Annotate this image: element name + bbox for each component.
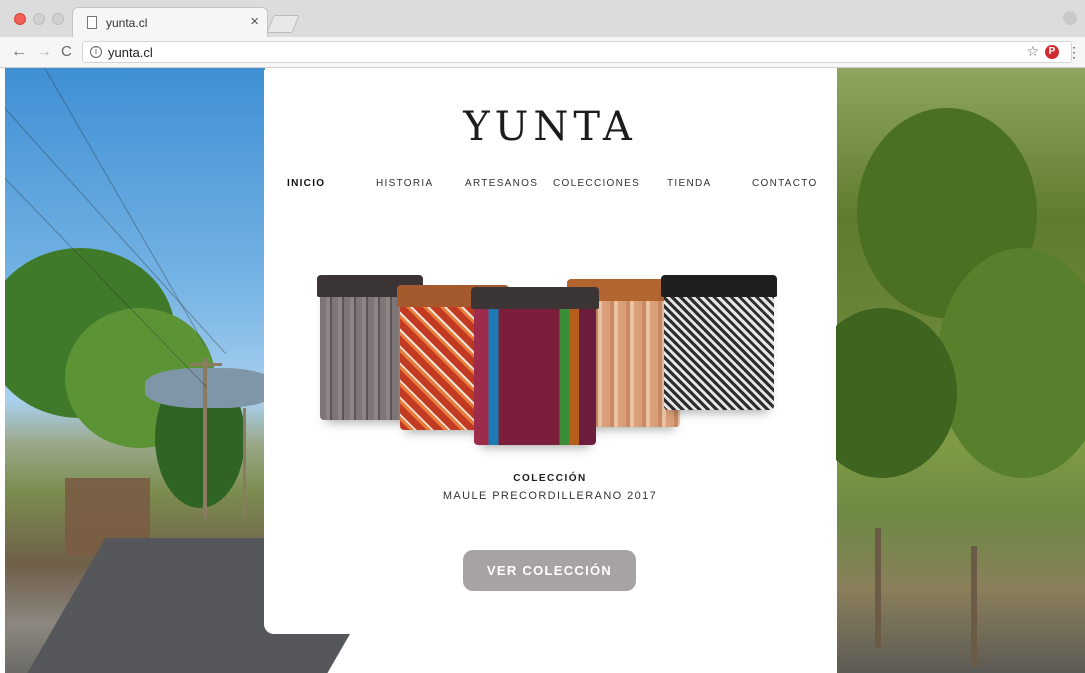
background-photo-right xyxy=(807,68,1085,673)
browser-tab[interactable]: yunta.cl × xyxy=(72,7,268,37)
tab-title: yunta.cl xyxy=(106,16,148,30)
page-icon xyxy=(87,16,97,29)
forward-icon[interactable]: → xyxy=(36,43,52,61)
fence-post xyxy=(875,528,881,648)
reload-icon[interactable]: C xyxy=(61,43,72,61)
pinterest-icon[interactable]: P xyxy=(1045,45,1059,59)
zoom-window-button[interactable] xyxy=(52,13,64,25)
bag-strap xyxy=(471,287,599,309)
tab-close-icon[interactable]: × xyxy=(250,14,259,30)
info-icon[interactable]: i xyxy=(90,46,102,58)
menu-icon[interactable]: ⋮ xyxy=(1067,44,1081,61)
ver-coleccion-button[interactable]: VER COLECCIÓN xyxy=(463,550,636,591)
close-window-button[interactable] xyxy=(14,13,26,25)
url-text[interactable]: yunta.cl xyxy=(108,45,153,60)
utility-pole xyxy=(243,408,246,518)
back-icon[interactable]: ← xyxy=(11,43,27,61)
collection-label: COLECCIÓN xyxy=(513,473,587,484)
utility-pole-crossbar xyxy=(190,363,222,366)
address-bar[interactable]: i yunta.cl ☆ P ⋮ xyxy=(82,41,1081,63)
collection-name: MAULE PRECORDILLERANO 2017 xyxy=(442,490,658,502)
nav-historia[interactable]: HISTORIA xyxy=(376,178,433,189)
toolbar: ← → C i yunta.cl ☆ P ⋮ xyxy=(0,37,1085,68)
bag-black-white xyxy=(661,275,777,410)
nav-tienda[interactable]: TIENDA xyxy=(667,178,711,189)
collection-hero-image[interactable] xyxy=(314,265,794,465)
page-viewport: YUNTA INICIO HISTORIA ARTESANOS COLECCIO… xyxy=(5,68,1085,673)
tab-strip: yunta.cl × xyxy=(0,0,1085,37)
fence-post xyxy=(971,546,977,666)
bag-multicolor xyxy=(471,287,599,445)
new-tab-button[interactable] xyxy=(266,15,300,33)
nav-colecciones[interactable]: COLECCIONES xyxy=(553,178,640,189)
nav-artesanos[interactable]: ARTESANOS xyxy=(465,178,538,189)
content-card: YUNTA INICIO HISTORIA ARTESANOS COLECCIO… xyxy=(264,70,836,634)
minimize-window-button[interactable] xyxy=(33,13,45,25)
nav-inicio[interactable]: INICIO xyxy=(287,178,325,189)
site-logo[interactable]: YUNTA xyxy=(264,104,836,150)
bag-strap xyxy=(661,275,777,297)
star-icon[interactable]: ☆ xyxy=(1026,44,1039,60)
utility-pole xyxy=(203,358,207,518)
nav-contacto[interactable]: CONTACTO xyxy=(752,178,818,189)
background-photo-left xyxy=(5,68,406,673)
mountain xyxy=(145,368,275,408)
profile-icon[interactable] xyxy=(1063,11,1077,25)
